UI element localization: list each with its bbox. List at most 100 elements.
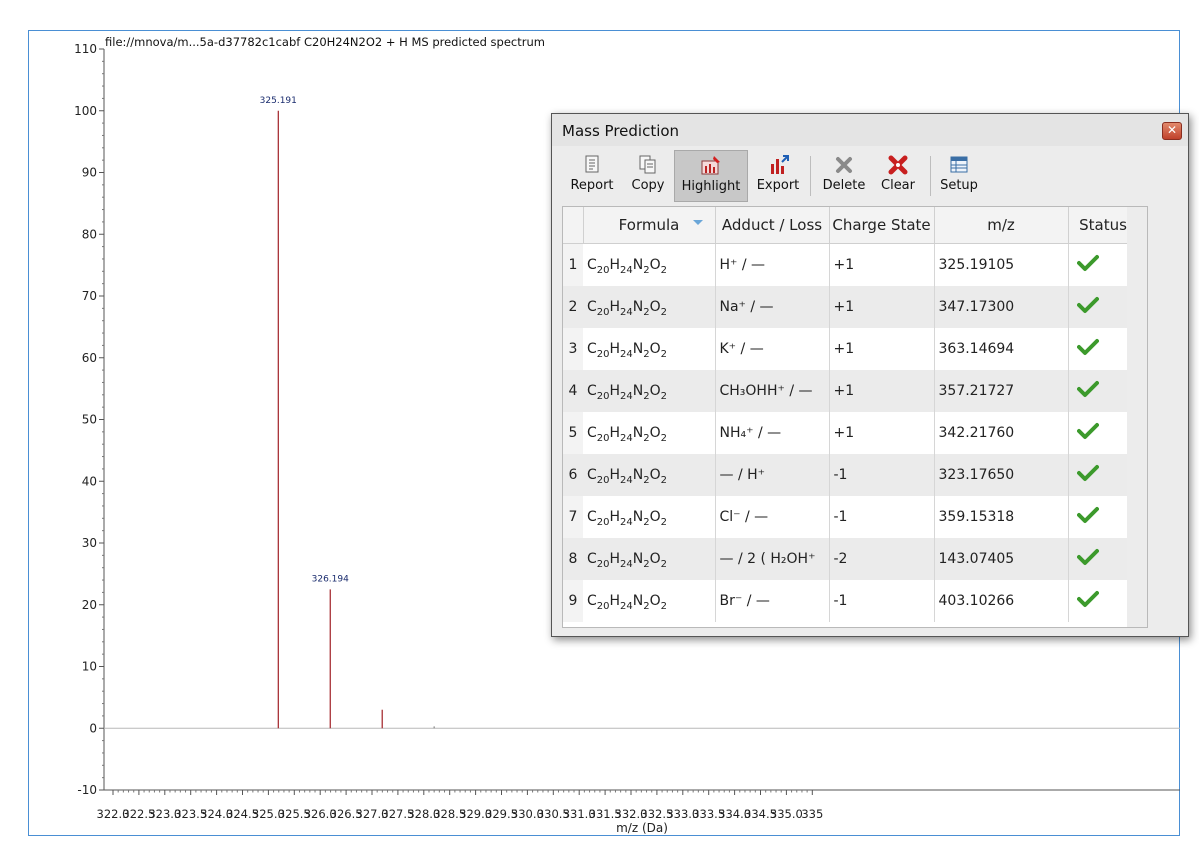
charge-cell: -1 bbox=[829, 580, 935, 622]
column-header-formula[interactable]: Formula bbox=[583, 207, 716, 244]
dialog-title: Mass Prediction bbox=[562, 122, 680, 140]
y-tick-label: 90 bbox=[82, 166, 97, 180]
report-label: Report bbox=[570, 178, 614, 193]
peak-label: 326.194 bbox=[312, 574, 349, 584]
table-row[interactable]: 8 C20H24N2O2— / 2 ( H₂OH⁺ -2 143.07405 bbox=[563, 538, 1139, 580]
checkmark-icon bbox=[1076, 255, 1099, 271]
mz-cell: 347.17300 bbox=[934, 286, 1069, 328]
column-header-mz[interactable]: m/z bbox=[934, 207, 1069, 244]
formula-cell: C20H24N2O2 bbox=[583, 370, 716, 412]
formula-cell: C20H24N2O2 bbox=[583, 328, 716, 370]
adduct-cell: — / H⁺ bbox=[715, 454, 830, 496]
adduct-cell: Br⁻ / — bbox=[715, 580, 830, 622]
charge-cell: +1 bbox=[829, 286, 935, 328]
toolbar: Report Copy Highlight Export Delete Clea… bbox=[558, 148, 1178, 206]
checkmark-icon bbox=[1076, 339, 1099, 355]
clear-button[interactable]: Clear bbox=[872, 150, 924, 202]
mz-cell: 342.21760 bbox=[934, 412, 1069, 454]
highlight-button[interactable]: Highlight bbox=[674, 150, 748, 202]
row-number-header bbox=[563, 207, 584, 244]
table-row[interactable]: 5 C20H24N2O2 NH₄⁺ / — +1 342.21760 bbox=[563, 412, 1139, 454]
row-number: 5 bbox=[563, 412, 583, 454]
checkmark-icon bbox=[1076, 465, 1099, 481]
row-number: 4 bbox=[563, 370, 583, 412]
y-tick-label: 20 bbox=[82, 598, 97, 612]
mass-prediction-dialog: Mass Prediction ✕ Report Copy Highlight … bbox=[551, 113, 1189, 637]
mz-cell: 323.17650 bbox=[934, 454, 1069, 496]
adduct-cell: NH₄⁺ / — bbox=[715, 412, 830, 454]
mz-cell: 363.14694 bbox=[934, 328, 1069, 370]
checkmark-icon bbox=[1076, 423, 1099, 439]
close-button[interactable]: ✕ bbox=[1162, 122, 1182, 140]
export-button[interactable]: Export bbox=[752, 150, 804, 202]
mz-header-label: m/z bbox=[987, 216, 1015, 234]
y-tick-label: 60 bbox=[82, 351, 97, 365]
table-scrollbar[interactable] bbox=[1127, 207, 1147, 627]
adduct-cell: Na⁺ / — bbox=[715, 286, 830, 328]
y-tick-label: 30 bbox=[82, 536, 97, 550]
column-header-adduct[interactable]: Adduct / Loss bbox=[715, 207, 830, 244]
formula-cell: C20H24N2O2 bbox=[583, 286, 716, 328]
clear-icon bbox=[888, 155, 908, 175]
mz-cell: 143.07405 bbox=[934, 538, 1069, 580]
setup-button[interactable]: Setup bbox=[934, 150, 984, 202]
table-row[interactable]: 3 C20H24N2O2 K⁺ / — +1 363.14694 bbox=[563, 328, 1139, 370]
column-header-charge[interactable]: Charge State bbox=[829, 207, 935, 244]
row-number: 6 bbox=[563, 454, 583, 496]
delete-button[interactable]: Delete bbox=[816, 150, 872, 202]
delete-icon bbox=[836, 157, 852, 173]
checkmark-icon bbox=[1076, 297, 1099, 313]
setup-label: Setup bbox=[940, 178, 978, 193]
report-icon bbox=[585, 155, 599, 173]
formula-cell: C20H24N2O2 bbox=[583, 580, 716, 622]
charge-header-label: Charge State bbox=[832, 216, 931, 234]
checkmark-icon bbox=[1076, 381, 1099, 397]
adduct-cell: H⁺ / — bbox=[715, 243, 830, 286]
adduct-cell: CH₃OHH⁺ / — bbox=[715, 370, 830, 412]
x-tick-label: 335 bbox=[801, 807, 823, 821]
table-row[interactable]: 7 C20H24N2O2 Cl⁻ / — -1 359.15318 bbox=[563, 496, 1139, 538]
sort-desc-icon bbox=[692, 220, 703, 225]
setup-icon bbox=[950, 156, 968, 173]
mz-cell: 359.15318 bbox=[934, 496, 1069, 538]
dialog-titlebar[interactable]: Mass Prediction ✕ bbox=[552, 114, 1188, 146]
toolbar-separator bbox=[810, 156, 811, 196]
table-row[interactable]: 9 C20H24N2O2 Br⁻ / — -1 403.10266 bbox=[563, 580, 1139, 622]
status-header-label: Status bbox=[1079, 216, 1127, 234]
y-tick-label: 40 bbox=[82, 474, 97, 488]
peak-label: 325.191 bbox=[260, 96, 297, 106]
copy-button[interactable]: Copy bbox=[622, 150, 674, 202]
y-tick-label: 10 bbox=[82, 660, 97, 674]
formula-cell: C20H24N2O2 bbox=[583, 538, 716, 580]
clear-label: Clear bbox=[881, 178, 915, 193]
formula-cell: C20H24N2O2 bbox=[583, 454, 716, 496]
y-tick-label: 50 bbox=[82, 413, 97, 427]
mz-cell: 325.19105 bbox=[934, 243, 1069, 286]
report-button[interactable]: Report bbox=[566, 150, 618, 202]
formula-cell: C20H24N2O2 bbox=[583, 243, 716, 286]
table-row[interactable]: 6 C20H24N2O2— / H⁺ -1 323.17650 bbox=[563, 454, 1139, 496]
highlight-icon bbox=[701, 156, 720, 175]
checkmark-icon bbox=[1076, 507, 1099, 523]
checkmark-icon bbox=[1076, 591, 1099, 607]
row-number: 7 bbox=[563, 496, 583, 538]
table-row[interactable]: 1 C20H24N2O2 H⁺ / — +1 325.19105 bbox=[563, 243, 1139, 286]
results-table: Formula Adduct / Loss Charge State m/z S… bbox=[563, 207, 1139, 622]
mass-prediction-table: Formula Adduct / Loss Charge State m/z S… bbox=[562, 206, 1148, 628]
row-number: 1 bbox=[563, 243, 583, 286]
toolbar-separator bbox=[930, 156, 931, 196]
row-number: 2 bbox=[563, 286, 583, 328]
formula-cell: C20H24N2O2 bbox=[583, 412, 716, 454]
table-row[interactable]: 4 C20H24N2O2 CH₃OHH⁺ / — +1 357.21727 bbox=[563, 370, 1139, 412]
table-row[interactable]: 2 C20H24N2O2 Na⁺ / — +1 347.17300 bbox=[563, 286, 1139, 328]
close-icon: ✕ bbox=[1166, 123, 1178, 137]
y-tick-label: 0 bbox=[89, 721, 97, 735]
highlight-label: Highlight bbox=[681, 179, 741, 194]
adduct-cell: Cl⁻ / — bbox=[715, 496, 830, 538]
copy-label: Copy bbox=[631, 178, 665, 193]
spectrum-title: file://mnova/m...5a-d37782c1cabf C20H24N… bbox=[105, 35, 545, 49]
row-number: 8 bbox=[563, 538, 583, 580]
table-header-row: Formula Adduct / Loss Charge State m/z S… bbox=[563, 207, 1139, 244]
y-tick-label: -10 bbox=[77, 783, 97, 797]
export-icon bbox=[771, 155, 789, 174]
